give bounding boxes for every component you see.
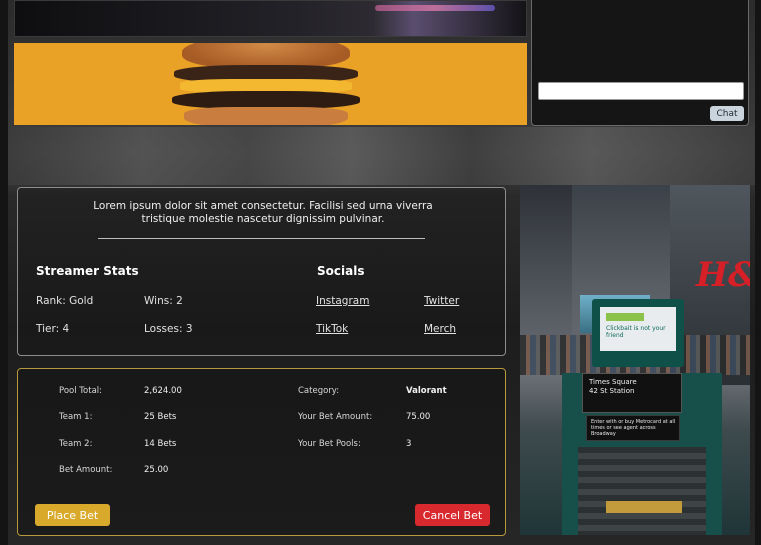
pool-total-label: Pool Total:: [59, 386, 103, 396]
instagram-link[interactable]: Instagram: [316, 295, 369, 307]
chat-input[interactable]: [538, 82, 744, 100]
wins-stat: Wins: 2: [144, 295, 183, 307]
station-line2: 42 St Station: [589, 387, 635, 395]
bet-amount-label: Bet Amount:: [59, 465, 113, 475]
app-background: Chat Lorem ipsum dolor sit amet consecte…: [8, 0, 755, 545]
station-sign: Times Square 42 St Station: [582, 373, 682, 413]
streamer-description: Lorem ipsum dolor sit amet consectetur. …: [93, 200, 433, 225]
your-bet-pools-value: 3: [406, 439, 412, 449]
chat-panel: Chat: [531, 0, 749, 126]
your-bet-pools-label: Your Bet Pools:: [298, 439, 361, 449]
chat-button[interactable]: Chat: [710, 106, 744, 121]
background-blur-band: [8, 127, 755, 185]
kiosk-text: Clickbait is not your friend: [606, 325, 666, 339]
your-bet-amount-label: Your Bet Amount:: [298, 412, 373, 422]
losses-stat: Losses: 3: [144, 323, 193, 335]
team2-value: 14 Bets: [144, 439, 177, 449]
pool-total-value: 2,624.00: [144, 386, 182, 396]
tier-stat: Tier: 4: [36, 323, 70, 335]
cancel-bet-button[interactable]: Cancel Bet: [415, 504, 490, 526]
station-line1: Times Square: [589, 378, 637, 386]
bet-amount-value[interactable]: 25.00: [144, 465, 168, 475]
merch-link[interactable]: Merch: [424, 323, 456, 335]
streamer-info-card: Lorem ipsum dolor sit amet consectetur. …: [17, 187, 506, 356]
betting-card: Pool Total: 2,624.00 Team 1: 25 Bets Tea…: [17, 368, 506, 536]
place-bet-button[interactable]: Place Bet: [35, 504, 110, 526]
burger-ad-banner[interactable]: [14, 43, 527, 125]
socials-title: Socials: [317, 264, 365, 278]
divider: [98, 238, 425, 239]
streamer-stats-title: Streamer Stats: [36, 264, 139, 278]
twitter-link[interactable]: Twitter: [424, 295, 459, 307]
team1-value: 25 Bets: [144, 412, 177, 422]
times-square-photo: H&M Clickbait is not your friend Times S…: [520, 185, 750, 535]
category-value: Valorant: [406, 386, 447, 396]
team2-label: Team 2:: [59, 439, 93, 449]
stream-video[interactable]: [14, 0, 527, 37]
kiosk: Clickbait is not your friend: [592, 299, 684, 367]
rank-stat: Rank: Gold: [36, 295, 94, 307]
your-bet-amount-value: 75.00: [406, 412, 431, 422]
tiktok-link[interactable]: TikTok: [316, 323, 348, 335]
subway-stairs: [578, 447, 706, 535]
team1-label: Team 1:: [59, 412, 93, 422]
category-label: Category:: [298, 386, 340, 396]
metrocard-notice: Enter with or buy Metrocard at all times…: [586, 415, 680, 441]
hm-sign: H&M: [696, 255, 750, 295]
